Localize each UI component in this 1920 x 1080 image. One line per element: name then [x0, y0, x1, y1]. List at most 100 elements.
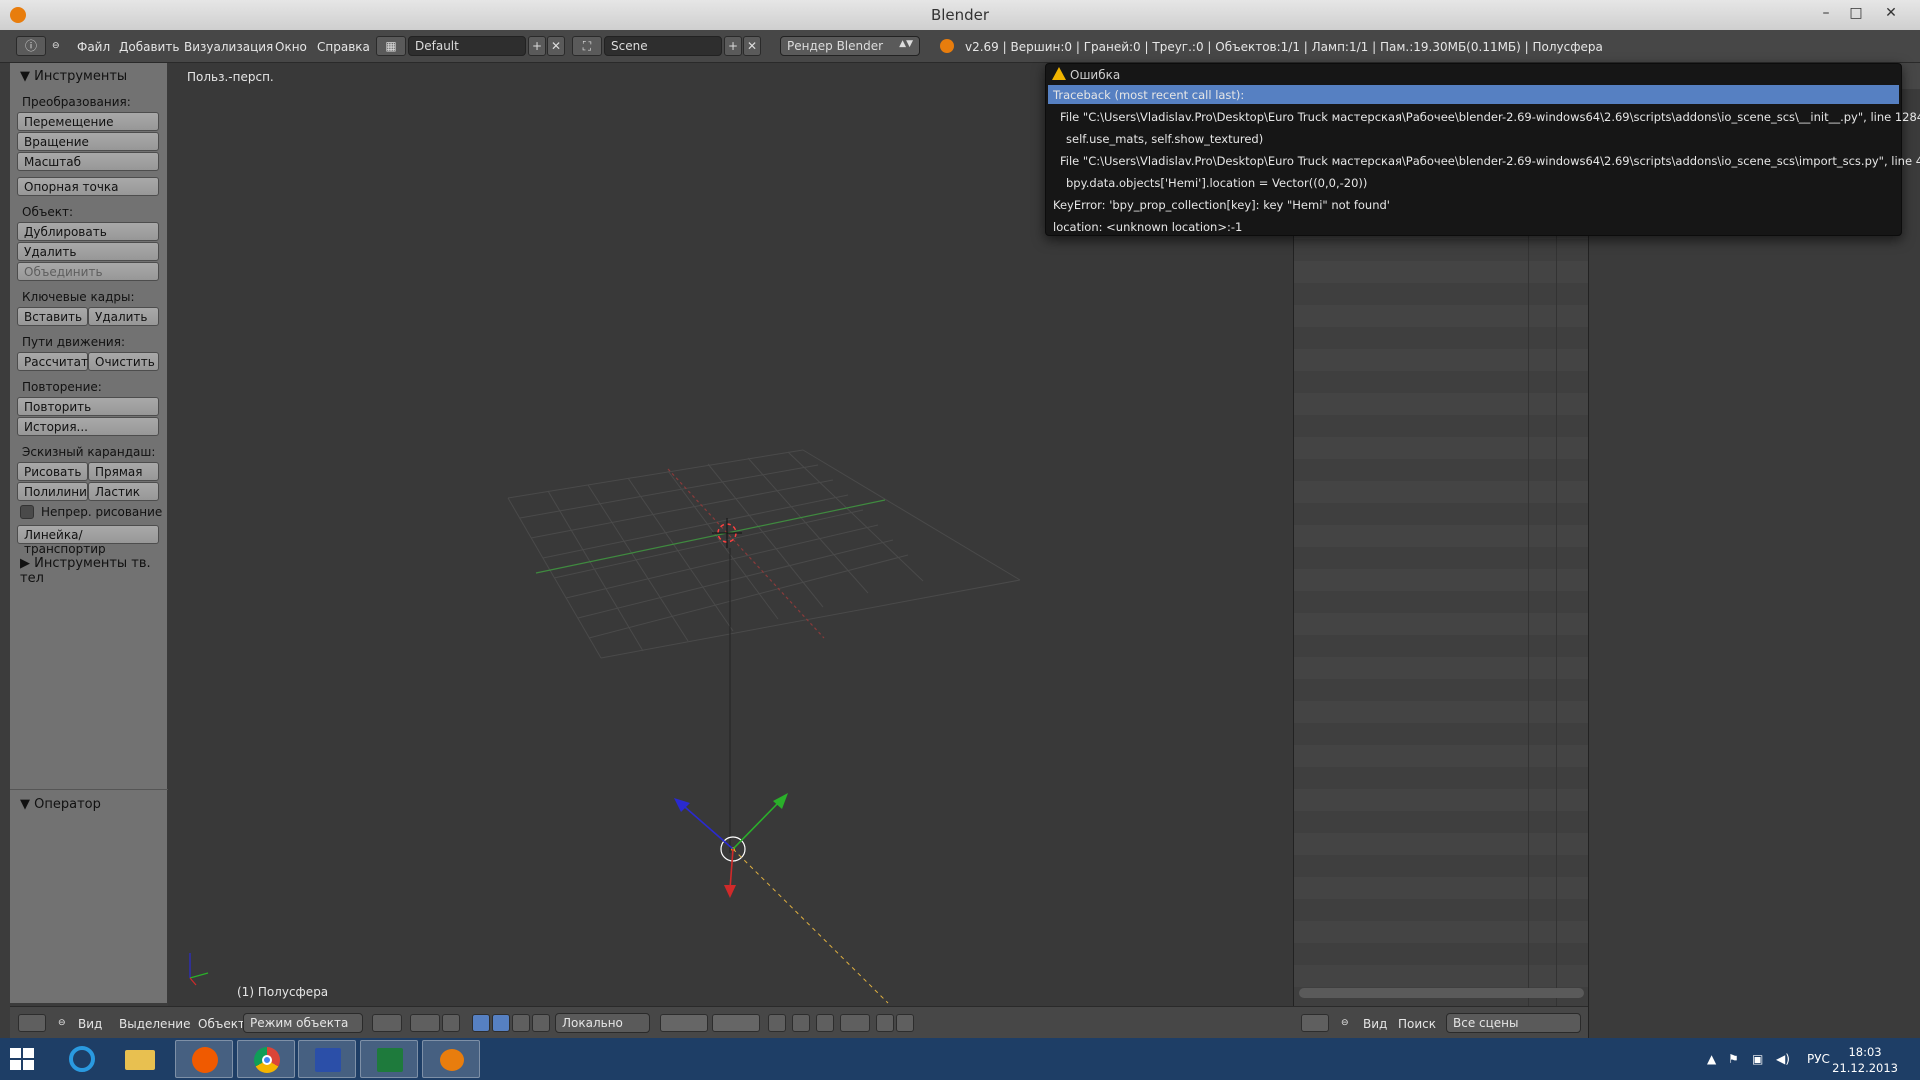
screen-layout-icon[interactable]: ▦ — [376, 36, 406, 56]
file-explorer-icon[interactable] — [111, 1040, 169, 1078]
render-opengl-icon[interactable] — [876, 1014, 894, 1032]
eraser-button[interactable]: Ластик — [88, 482, 159, 501]
menu-file[interactable]: Файл — [77, 40, 110, 54]
proportional-falloff-icon[interactable] — [816, 1014, 834, 1032]
start-windows-icon[interactable] — [10, 1048, 34, 1070]
repeat-last-button[interactable]: Повторить последнее — [17, 397, 159, 428]
editor-type-3d-icon[interactable] — [18, 1014, 46, 1032]
error-title: Ошибка — [1070, 68, 1121, 82]
scale-button[interactable]: Масштаб — [17, 152, 159, 171]
collapse-menu-icon[interactable]: ⊖ — [52, 41, 60, 51]
collapse-menu-icon[interactable]: ⊖ — [58, 1018, 66, 1028]
lock-layers-icon[interactable] — [768, 1014, 786, 1032]
outliner-menu-view[interactable]: Вид — [1363, 1017, 1387, 1031]
draw-button[interactable]: Рисовать — [17, 462, 88, 481]
editor-type-outliner-icon[interactable] — [1301, 1014, 1329, 1032]
menu-add[interactable]: Добавить — [119, 40, 179, 54]
layers-grid-1-icon[interactable] — [660, 1014, 708, 1032]
join-button[interactable]: Объединить — [17, 262, 159, 281]
menu-select[interactable]: Выделение — [119, 1017, 190, 1031]
rotate-manipulator-icon[interactable] — [492, 1014, 510, 1032]
move-button[interactable]: Перемещение — [17, 112, 159, 131]
close-button[interactable]: ✕ — [1877, 2, 1905, 24]
history-button[interactable]: История... — [17, 417, 159, 436]
outliner-display-select[interactable]: Все сцены — [1446, 1013, 1581, 1033]
minimize-button[interactable]: – — [1812, 2, 1840, 24]
scale-manipulator-icon[interactable] — [512, 1014, 530, 1032]
maximize-button[interactable]: □ — [1842, 2, 1870, 24]
orientation-select[interactable]: Локально — [555, 1013, 650, 1033]
active-object-label: (1) Полусфера — [237, 985, 329, 999]
clock-time: 18:03 — [1848, 1045, 1882, 1059]
outliner-menu-search[interactable]: Поиск — [1398, 1017, 1436, 1031]
remove-screen-button[interactable]: ✕ — [547, 36, 565, 56]
render-animation-icon[interactable] — [896, 1014, 914, 1032]
save-app-icon[interactable] — [298, 1040, 356, 1078]
snap-icon[interactable] — [840, 1014, 870, 1032]
delete-keyframe-button[interactable]: Удалить — [88, 307, 159, 326]
error-popup[interactable]: Ошибка Traceback (most recent call last)… — [1045, 63, 1920, 236]
clock-date: 21.12.2013 — [1832, 1061, 1898, 1075]
collapse-menu-icon[interactable]: ⊖ — [1341, 1018, 1349, 1028]
menu-window[interactable]: Окно — [275, 40, 307, 54]
duplicate-button[interactable]: Дублировать — [17, 222, 159, 241]
internet-explorer-icon[interactable] — [53, 1040, 111, 1078]
tools-panel-header[interactable]: ▼ Инструменты — [10, 65, 168, 87]
scene-icon[interactable]: ⛶ — [572, 36, 602, 56]
operator-panel-header[interactable]: ▼ Оператор — [10, 793, 168, 815]
system-clock[interactable]: 18:03 21.12.2013 — [1832, 1044, 1898, 1076]
editor-type-icon[interactable]: ⓘ — [16, 36, 46, 56]
scene-field[interactable]: Scene — [604, 36, 722, 56]
blender-status-icon — [940, 39, 954, 53]
window-titlebar: Blender – □ ✕ — [0, 0, 1920, 30]
render-engine-label: Рендер Blender — [787, 39, 884, 53]
extra-manipulator-icon[interactable] — [532, 1014, 550, 1032]
floor-grid — [507, 449, 1021, 659]
mode-select[interactable]: Режим объекта — [243, 1013, 363, 1033]
pivot-point-icon[interactable] — [410, 1014, 440, 1032]
add-screen-button[interactable]: + — [528, 36, 546, 56]
remove-scene-button[interactable]: ✕ — [743, 36, 761, 56]
translate-manipulator-icon[interactable] — [472, 1014, 490, 1032]
rotate-button[interactable]: Вращение — [17, 132, 159, 151]
clear-paths-button[interactable]: Очистить — [88, 352, 159, 371]
polyline-button[interactable]: Полилиния — [17, 482, 94, 501]
error-line: Traceback (most recent call last): — [1053, 88, 1245, 102]
menu-view[interactable]: Вид — [78, 1017, 102, 1031]
blender-taskbar-icon[interactable] — [422, 1040, 480, 1078]
delete-button[interactable]: Удалить — [17, 242, 159, 261]
outliner-scrollbar[interactable] — [1299, 988, 1584, 998]
manipulator-icon[interactable] — [442, 1014, 460, 1032]
chevron-down-icon: ▲▼ — [899, 39, 913, 49]
layers-grid-2-icon[interactable] — [712, 1014, 760, 1032]
volume-icon[interactable]: ◀) — [1776, 1052, 1790, 1066]
chrome-icon[interactable] — [237, 1040, 295, 1078]
render-engine-select[interactable]: Рендер Blender ▲▼ — [780, 36, 920, 56]
info-header: ⓘ ⊖ Файл Добавить Визуализация Окно Спра… — [0, 30, 1920, 63]
action-center-flag-icon[interactable]: ⚑ — [1728, 1052, 1739, 1066]
rigid-body-panel-header[interactable]: ▶ Инструменты тв. тел — [10, 552, 168, 586]
lamp-object[interactable] — [720, 836, 889, 1004]
tray-expand-icon[interactable]: ▲ — [1707, 1052, 1716, 1066]
excel-icon[interactable] — [360, 1040, 418, 1078]
calculate-paths-button[interactable]: Рассчитать — [17, 352, 95, 371]
origin-app-icon[interactable] — [175, 1040, 233, 1078]
language-indicator[interactable]: РУС — [1807, 1052, 1830, 1066]
transform-label: Преобразования: — [22, 95, 131, 109]
pivot-button[interactable]: Опорная точка — [17, 177, 159, 196]
continuous-draw-checkbox[interactable] — [20, 505, 34, 519]
menu-render[interactable]: Визуализация — [184, 40, 273, 54]
insert-keyframe-button[interactable]: Вставить — [17, 307, 88, 326]
keyframes-label: Ключевые кадры: — [22, 290, 135, 304]
ruler-button[interactable]: Линейка/транспортир — [17, 525, 159, 556]
error-line: location: <unknown location>:-1 — [1053, 220, 1243, 234]
add-scene-button[interactable]: + — [724, 36, 742, 56]
transform-gizmo-icon[interactable] — [674, 793, 788, 898]
shading-icon[interactable] — [372, 1014, 402, 1032]
proportional-edit-icon[interactable] — [792, 1014, 810, 1032]
menu-help[interactable]: Справка — [317, 40, 370, 54]
network-icon[interactable]: ▣ — [1752, 1052, 1763, 1066]
menu-object[interactable]: Объект — [198, 1017, 245, 1031]
line-button[interactable]: Прямая — [88, 462, 159, 481]
screen-layout-field[interactable]: Default — [408, 36, 526, 56]
